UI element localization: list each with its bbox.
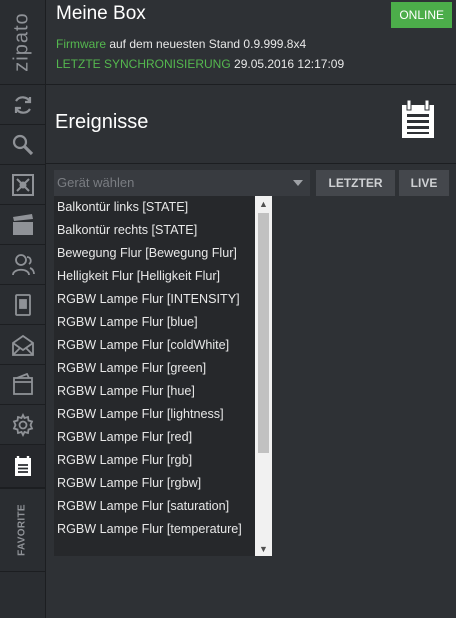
list-item[interactable]: RGBW Lampe Flur [saturation] <box>54 495 255 518</box>
list-item[interactable]: RGBW Lampe Flur [green] <box>54 357 255 380</box>
dropdown-scrollbar[interactable]: ▲ ▼ <box>255 196 272 556</box>
chevron-down-icon <box>293 180 303 186</box>
gear-icon <box>12 412 33 437</box>
sidebar-item-scenes[interactable] <box>0 205 45 245</box>
list-item[interactable]: Bewegung Flur [Bewegung Flur] <box>54 242 255 265</box>
brand-logo[interactable]: zipato <box>0 0 45 85</box>
live-button[interactable]: LIVE <box>399 170 449 196</box>
scroll-up-arrow-icon[interactable]: ▲ <box>255 196 272 211</box>
list-item[interactable]: Balkontür rechts [STATE] <box>54 219 255 242</box>
list-item[interactable]: RGBW Lampe Flur [hue] <box>54 380 255 403</box>
events-section-header: Ereignisse <box>46 85 456 164</box>
scroll-down-arrow-icon[interactable]: ▼ <box>255 541 272 556</box>
list-item[interactable]: Helligkeit Flur [Helligkeit Flur] <box>54 265 255 288</box>
calendar-icon <box>14 456 31 476</box>
firmware-version: auf dem neuesten Stand 0.9.999.8x4 <box>106 37 307 51</box>
sync-line: LETZTE SYNCHRONISIERUNG 29.05.2016 12:17… <box>56 57 344 71</box>
device-select[interactable]: Gerät wählen <box>54 170 310 196</box>
favorites-label: FAVORITE <box>16 504 28 556</box>
sidebar-item-wallet[interactable] <box>0 365 45 405</box>
box-title: Meine Box <box>56 3 146 24</box>
sidebar-item-sync[interactable] <box>0 85 45 125</box>
sidebar-item-users[interactable] <box>0 245 45 285</box>
header: Meine Box ONLINE Firmware auf dem neuest… <box>46 0 456 85</box>
list-item[interactable]: RGBW Lampe Flur [red] <box>54 426 255 449</box>
search-icon <box>12 134 33 155</box>
network-icon <box>11 173 34 196</box>
sidebar: zipato FAVORITE <box>0 0 46 618</box>
list-item[interactable]: RGBW Lampe Flur [INTENSITY] <box>54 288 255 311</box>
list-item[interactable]: RGBW Lampe Flur [blue] <box>54 311 255 334</box>
scrollbar-thumb[interactable] <box>258 213 269 453</box>
status-badge: ONLINE <box>391 2 452 28</box>
firmware-link[interactable]: Firmware <box>56 37 106 51</box>
sidebar-item-favorites[interactable]: FAVORITE <box>0 488 45 572</box>
sync-icon <box>14 95 31 114</box>
calendar-list-icon <box>402 99 434 138</box>
last-button[interactable]: LETZTER <box>316 170 395 196</box>
sidebar-item-network[interactable] <box>0 165 45 205</box>
sync-label: LETZTE SYNCHRONISIERUNG <box>56 57 231 71</box>
phone-icon <box>14 293 31 316</box>
list-item[interactable]: RGBW Lampe Flur [temperature] <box>54 518 255 541</box>
scenes-icon <box>12 213 33 235</box>
page-title: Ereignisse <box>55 111 149 133</box>
firmware-line: Firmware auf dem neuesten Stand 0.9.999.… <box>56 37 306 51</box>
list-item[interactable]: RGBW Lampe Flur [rgb] <box>54 449 255 472</box>
sidebar-item-events[interactable] <box>0 445 45 488</box>
sidebar-item-search[interactable] <box>0 125 45 165</box>
device-select-placeholder: Gerät wählen <box>57 175 135 190</box>
list-item[interactable]: RGBW Lampe Flur [lightness] <box>54 403 255 426</box>
sidebar-item-phone[interactable] <box>0 285 45 325</box>
list-item[interactable]: RGBW Lampe Flur [rgbw] <box>54 472 255 495</box>
sync-timestamp: 29.05.2016 12:17:09 <box>230 57 345 71</box>
brand-text: zipato <box>10 12 33 72</box>
wallet-icon <box>12 372 33 395</box>
sidebar-item-mail[interactable] <box>0 325 45 365</box>
users-icon <box>11 253 35 275</box>
list-item[interactable]: Balkontür links [STATE] <box>54 196 255 219</box>
list-item[interactable]: RGBW Lampe Flur [coldWhite] <box>54 334 255 357</box>
dropdown-options: Balkontür links [STATE] Balkontür rechts… <box>54 196 255 541</box>
device-dropdown-list[interactable]: Balkontür links [STATE] Balkontür rechts… <box>54 196 272 556</box>
mail-icon <box>11 334 34 356</box>
sidebar-item-settings[interactable] <box>0 405 45 445</box>
